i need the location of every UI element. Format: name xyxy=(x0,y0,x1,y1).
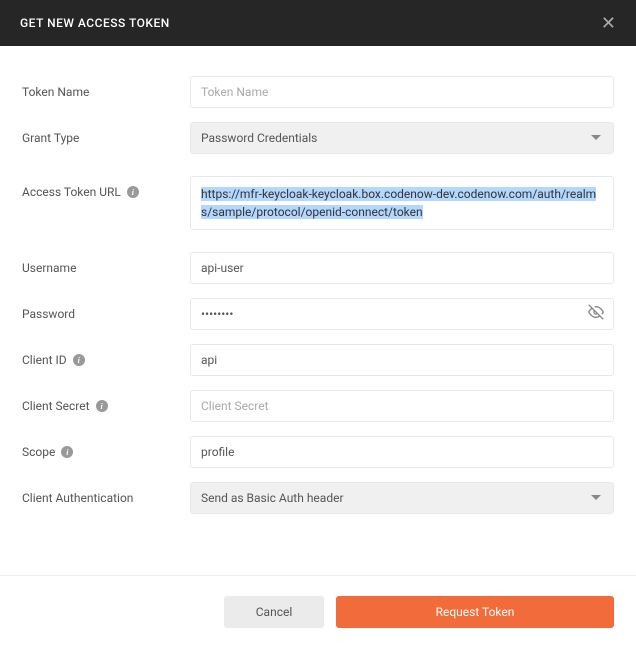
close-icon: ✕ xyxy=(601,13,616,33)
close-button[interactable]: ✕ xyxy=(601,14,616,32)
cancel-button[interactable]: Cancel xyxy=(224,596,324,628)
info-icon: i xyxy=(127,186,139,198)
username-label: Username xyxy=(22,252,190,275)
access-token-url-label: Access Token URL i xyxy=(22,176,190,199)
modal-header: GET NEW ACCESS TOKEN ✕ xyxy=(0,0,636,46)
grant-type-row: Grant Type Password Credentials xyxy=(22,122,614,154)
access-token-url-input[interactable]: https://mfr-keycloak-keycloak.box.codeno… xyxy=(190,176,614,230)
token-name-input[interactable] xyxy=(190,76,614,108)
grant-type-label: Grant Type xyxy=(22,122,190,145)
client-secret-label: Client Secret i xyxy=(22,390,190,413)
client-id-control xyxy=(190,344,614,376)
scope-control xyxy=(190,436,614,468)
client-secret-row: Client Secret i xyxy=(22,390,614,422)
modal-container: GET NEW ACCESS TOKEN ✕ Token Name Grant … xyxy=(0,0,636,648)
username-control xyxy=(190,252,614,284)
client-auth-select[interactable]: Send as Basic Auth header xyxy=(190,482,614,514)
access-token-url-row: Access Token URL i https://mfr-keycloak-… xyxy=(22,176,614,230)
scope-label: Scope i xyxy=(22,436,190,459)
access-token-url-control: https://mfr-keycloak-keycloak.box.codeno… xyxy=(190,176,614,230)
token-name-row: Token Name xyxy=(22,76,614,108)
token-name-label: Token Name xyxy=(22,76,190,99)
client-id-input[interactable] xyxy=(190,344,614,376)
client-auth-label: Client Authentication xyxy=(22,482,190,505)
client-id-label: Client ID i xyxy=(22,344,190,367)
client-secret-input[interactable] xyxy=(190,390,614,422)
modal-footer: Cancel Request Token xyxy=(0,575,636,648)
info-icon: i xyxy=(61,446,73,458)
grant-type-control: Password Credentials xyxy=(190,122,614,154)
modal-body: Token Name Grant Type Password Credentia… xyxy=(0,46,636,548)
client-auth-control: Send as Basic Auth header xyxy=(190,482,614,514)
info-icon: i xyxy=(96,400,108,412)
info-icon: i xyxy=(73,354,85,366)
password-label: Password xyxy=(22,298,190,321)
scope-input[interactable] xyxy=(190,436,614,468)
token-name-control xyxy=(190,76,614,108)
client-id-row: Client ID i xyxy=(22,344,614,376)
password-control xyxy=(190,298,614,330)
password-input[interactable] xyxy=(190,298,614,330)
client-secret-control xyxy=(190,390,614,422)
modal-title: GET NEW ACCESS TOKEN xyxy=(20,16,170,30)
scope-row: Scope i xyxy=(22,436,614,468)
grant-type-select[interactable]: Password Credentials xyxy=(190,122,614,154)
password-row: Password xyxy=(22,298,614,330)
username-input[interactable] xyxy=(190,252,614,284)
client-auth-row: Client Authentication Send as Basic Auth… xyxy=(22,482,614,514)
request-token-button[interactable]: Request Token xyxy=(336,596,614,628)
eye-slash-icon[interactable] xyxy=(588,304,604,324)
username-row: Username xyxy=(22,252,614,284)
